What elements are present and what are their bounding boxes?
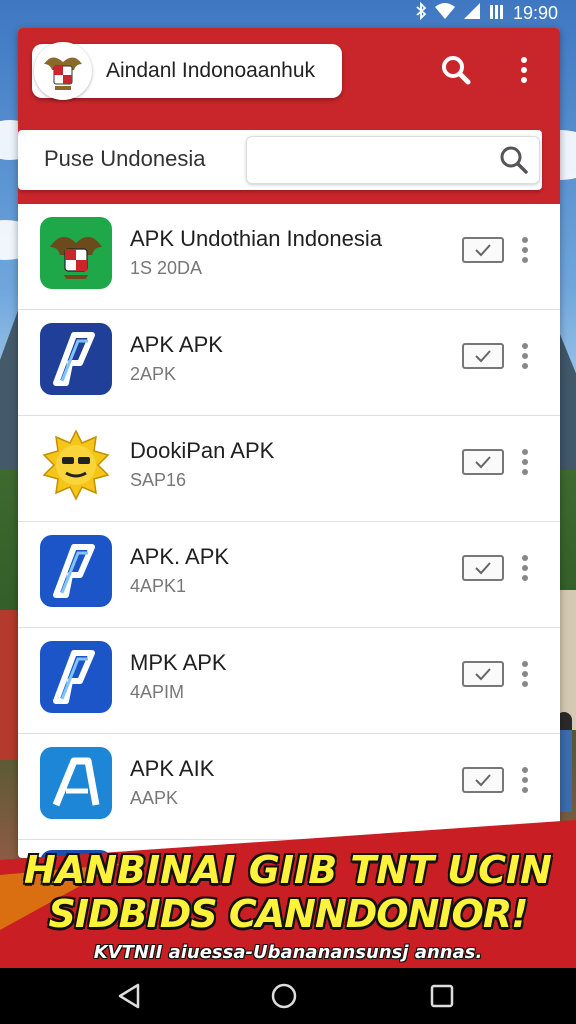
search-icon[interactable] [497, 143, 531, 177]
list-item[interactable]: DookiPan APK SAP16 [18, 416, 560, 522]
more-vert-icon[interactable] [518, 236, 532, 264]
app-subtitle: 1S 20DA [130, 258, 203, 278]
wifi-icon [434, 2, 456, 25]
app-name: DookiPan APK [130, 438, 275, 463]
app-subtitle: AAPK [130, 788, 179, 808]
check-icon [475, 774, 491, 787]
app-title: Aindanl Indonoaanhuk [106, 59, 316, 82]
apk-logo-icon [40, 641, 112, 713]
app-name: APK. APK [130, 544, 230, 569]
app-name: MPK APK [130, 650, 227, 675]
list-item[interactable]: APK. APK 4APK1 [18, 522, 560, 628]
recents-icon[interactable] [426, 980, 458, 1012]
status-bar: 19:90 [0, 0, 576, 26]
sun-face-icon [40, 429, 112, 501]
list-item[interactable]: MPK APK 4APIM [18, 628, 560, 734]
app-name: APK Undothian Indonesia [130, 226, 382, 251]
garuda-emblem-icon [40, 217, 112, 289]
app-name: APK AIK [130, 756, 215, 781]
banner-headline: HANBINAI GIIB TNT UCIN [24, 848, 552, 892]
header-search-button[interactable] [438, 52, 474, 88]
bluetooth-icon [415, 1, 427, 25]
select-checkbox[interactable] [462, 237, 504, 263]
app-subtitle: SAP16 [130, 470, 187, 490]
overflow-menu-button[interactable] [506, 52, 542, 88]
check-icon [475, 668, 491, 681]
more-vert-icon [521, 57, 527, 83]
more-vert-icon[interactable] [518, 342, 532, 370]
back-icon[interactable] [114, 980, 146, 1012]
home-icon[interactable] [268, 980, 300, 1012]
more-vert-icon[interactable] [518, 554, 532, 582]
signal-icon [463, 2, 481, 25]
app-name: APK APK [130, 332, 223, 357]
status-time: 19:90 [512, 3, 558, 23]
list-item[interactable]: APK APK 2APK [18, 310, 560, 416]
check-icon [475, 562, 491, 575]
select-checkbox[interactable] [462, 449, 504, 475]
navigation-bar [0, 968, 576, 1024]
more-vert-icon[interactable] [518, 448, 532, 476]
select-checkbox[interactable] [462, 555, 504, 581]
app-subtitle: 4APIM [130, 682, 185, 702]
select-checkbox[interactable] [462, 343, 504, 369]
more-vert-icon[interactable] [518, 660, 532, 688]
select-checkbox[interactable] [462, 767, 504, 793]
app-subtitle: 4APK1 [130, 576, 187, 596]
select-checkbox[interactable] [462, 661, 504, 687]
search-label: Puse Undonesia [44, 146, 206, 171]
search-field[interactable] [246, 136, 540, 184]
search-bar: Puse Undonesia [18, 130, 542, 190]
battery-icon [488, 2, 506, 25]
search-input[interactable] [257, 145, 491, 175]
app-window: Aindanl Indonoaanhuk Puse Undonesia APK … [18, 28, 560, 858]
check-icon [475, 244, 491, 257]
title-pill[interactable]: Aindanl Indonoaanhuk [32, 42, 342, 100]
search-icon [442, 56, 471, 85]
list-item[interactable]: APK Undothian Indonesia 1S 20DA [18, 204, 560, 310]
more-vert-icon[interactable] [518, 766, 532, 794]
app-list: APK Undothian Indonesia 1S 20DA APK APK … [18, 204, 560, 858]
apk-logo-icon [40, 323, 112, 395]
check-icon [475, 456, 491, 469]
banner-caption: KVTNII aiuessa-Ubananansunsj annas. [93, 942, 483, 963]
app-header: Aindanl Indonoaanhuk Puse Undonesia [18, 28, 560, 204]
app-subtitle: 2APK [130, 364, 177, 384]
banner-subheadline: SIDBIDS CANNDONIOR! [48, 892, 529, 936]
apk-logo-icon [40, 535, 112, 607]
check-icon [475, 350, 491, 363]
garuda-emblem-icon [34, 42, 92, 100]
apk-logo-icon [40, 747, 112, 819]
